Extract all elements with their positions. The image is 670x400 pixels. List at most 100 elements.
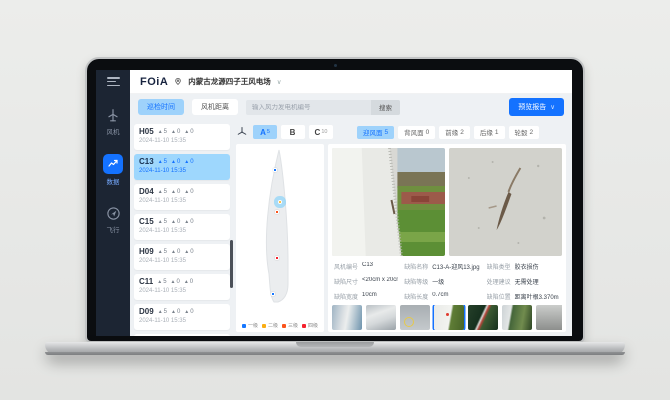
defect-count-badge: 0 xyxy=(171,189,180,195)
defect-marker-selected[interactable] xyxy=(278,200,282,204)
turbine-card[interactable]: D09500 2024-11-10 15:35 xyxy=(134,304,230,330)
blade-tab-b[interactable]: B xyxy=(281,125,305,139)
blade-tab-label: A xyxy=(260,128,266,137)
defect-marker[interactable] xyxy=(273,168,277,172)
legend-item: 一级 xyxy=(242,322,258,329)
detail-value: <20cm x 20cm xyxy=(362,277,398,286)
app-logo: FOiA xyxy=(140,76,168,88)
wind-turbine-icon xyxy=(104,106,122,124)
toolbar: 巡检时间 风机距离 搜索 预览报告 ∨ xyxy=(130,94,572,120)
sidebar-item-flight[interactable]: 飞行 xyxy=(104,204,122,234)
blade-tab-c[interactable]: C10 xyxy=(309,125,333,139)
defect-details: 风机编号C13 缺陷名称C13-A-迎风13.jpg 缺陷类型胶衣损伤 缺陷尺寸… xyxy=(332,260,562,301)
body-row: H05500 2024-11-10 15:35 C13500 2024-11-1… xyxy=(130,120,572,336)
turbine-card-selected[interactable]: C13500 2024-11-10 15:35 xyxy=(134,154,230,180)
legend-item: 四级 xyxy=(302,322,318,329)
turbine-code: D09 xyxy=(139,307,154,316)
sidebar-item-label: 数据 xyxy=(107,176,120,186)
app-screen: 风机 数据 飞行 FOiA xyxy=(96,70,572,336)
turbine-card[interactable]: C15500 2024-11-10 15:35 xyxy=(134,214,230,240)
defect-count-badge: 5 xyxy=(158,159,167,165)
detail-label: 缺陷宽度 xyxy=(334,292,358,301)
defect-count-badge: 0 xyxy=(184,279,193,285)
list-scrollbar[interactable] xyxy=(230,240,233,288)
blade-tab-a[interactable]: A5 xyxy=(253,125,277,139)
blade-tab-label: B xyxy=(290,128,296,137)
turbine-card[interactable]: D04500 2024-11-10 15:35 xyxy=(134,184,230,210)
blade-diagram[interactable] xyxy=(236,144,324,319)
laptop-lid-notch xyxy=(296,342,374,347)
turbine-code: H05 xyxy=(139,127,154,136)
report-button[interactable]: 预览报告 ∨ xyxy=(509,98,564,116)
defect-count-badge: 0 xyxy=(171,309,180,315)
search-button[interactable]: 搜索 xyxy=(371,100,400,115)
sidebar-item-turbines[interactable]: 风机 xyxy=(104,106,122,136)
chip-trailing-edge[interactable]: 后缘1 xyxy=(474,126,505,139)
chip-windward[interactable]: 迎风面5 xyxy=(357,126,394,139)
chip-count: 0 xyxy=(426,129,430,136)
defect-marker[interactable] xyxy=(275,210,279,214)
chevron-down-icon: ∨ xyxy=(550,103,555,111)
defect-marker[interactable] xyxy=(271,292,275,296)
chip-count: 2 xyxy=(530,129,534,136)
legend-dot-icon xyxy=(282,324,286,328)
inspection-date: 2024-11-10 15:35 xyxy=(139,198,225,204)
laptop-base xyxy=(45,342,625,355)
chip-count: 1 xyxy=(495,129,499,136)
defect-count-badge: 0 xyxy=(171,279,180,285)
inspection-date: 2024-11-10 15:35 xyxy=(139,288,225,294)
sidebar-item-data[interactable]: 数据 xyxy=(103,154,123,186)
defect-count-badge: 5 xyxy=(158,309,167,315)
chart-icon xyxy=(103,154,123,174)
defect-count-badge: 0 xyxy=(184,249,193,255)
defect-photo-closeup[interactable] xyxy=(449,148,562,256)
detail-value: 无需处理 xyxy=(515,277,539,286)
turbine-card[interactable]: H09500 2024-11-10 15:35 xyxy=(134,244,230,270)
legend-label: 一级 xyxy=(248,322,258,329)
detail-value: 胶衣损伤 xyxy=(515,262,539,271)
tab-inspection-time[interactable]: 巡检时间 xyxy=(138,99,184,115)
menu-icon[interactable] xyxy=(107,77,120,86)
turbine-card[interactable]: C05500 2024-11-10 15:35 xyxy=(134,334,230,336)
defect-count-badge: 0 xyxy=(184,189,193,195)
turbine-card[interactable]: C11500 2024-11-10 15:35 xyxy=(134,274,230,300)
defect-count-badge: 5 xyxy=(158,129,167,135)
chip-leeward[interactable]: 背风面0 xyxy=(398,126,435,139)
defect-photo-context[interactable] xyxy=(332,148,445,256)
app-header: FOiA 内蒙古龙源四子王风电场 ∨ xyxy=(130,70,572,94)
chip-leading-edge[interactable]: 前缘2 xyxy=(439,126,470,139)
blade-selector-bar: A5 B C10 迎风面5 背风面0 前缘2 后缘1 轮毂2 xyxy=(236,124,566,140)
search-input[interactable] xyxy=(246,104,371,111)
chip-label: 轮毂 xyxy=(515,127,528,137)
legend-label: 三级 xyxy=(288,322,298,329)
laptop-base-edge xyxy=(45,352,625,355)
chip-hub[interactable]: 轮毂2 xyxy=(509,126,540,139)
detail-label: 缺陷等级 xyxy=(404,277,428,286)
photo-thumbnail[interactable] xyxy=(332,305,362,330)
photo-thumbnail[interactable] xyxy=(536,305,562,330)
detail-value: 10cm xyxy=(362,292,377,301)
defect-marker[interactable] xyxy=(275,256,279,260)
defect-count-badge: 0 xyxy=(184,129,193,135)
turbine-code: C13 xyxy=(139,157,154,166)
webcam-dot xyxy=(334,64,337,67)
tab-turbine-distance[interactable]: 风机距离 xyxy=(192,99,238,115)
legend-dot-icon xyxy=(262,324,266,328)
photo-thumbnail[interactable] xyxy=(468,305,498,330)
turbine-card[interactable]: H05500 2024-11-10 15:35 xyxy=(134,124,230,150)
photo-thumbnail-selected[interactable] xyxy=(434,305,464,330)
legend-label: 二级 xyxy=(268,322,278,329)
thumbnail-strip xyxy=(332,305,562,330)
photo-thumbnail[interactable] xyxy=(502,305,532,330)
site-name[interactable]: 内蒙古龙源四子王风电场 xyxy=(188,76,271,87)
defect-count-badge: 0 xyxy=(171,129,180,135)
photo-thumbnail[interactable] xyxy=(400,305,430,330)
chip-label: 迎风面 xyxy=(363,127,383,137)
defect-count-badge: 0 xyxy=(184,219,193,225)
detail-value: 一级 xyxy=(432,277,444,286)
legend-item: 二级 xyxy=(262,322,278,329)
chip-label: 前缘 xyxy=(445,127,458,137)
photo-thumbnail[interactable] xyxy=(366,305,396,330)
chevron-down-icon[interactable]: ∨ xyxy=(277,78,282,86)
blade-diagram-panel: 一级 二级 三级四级 xyxy=(236,144,324,332)
